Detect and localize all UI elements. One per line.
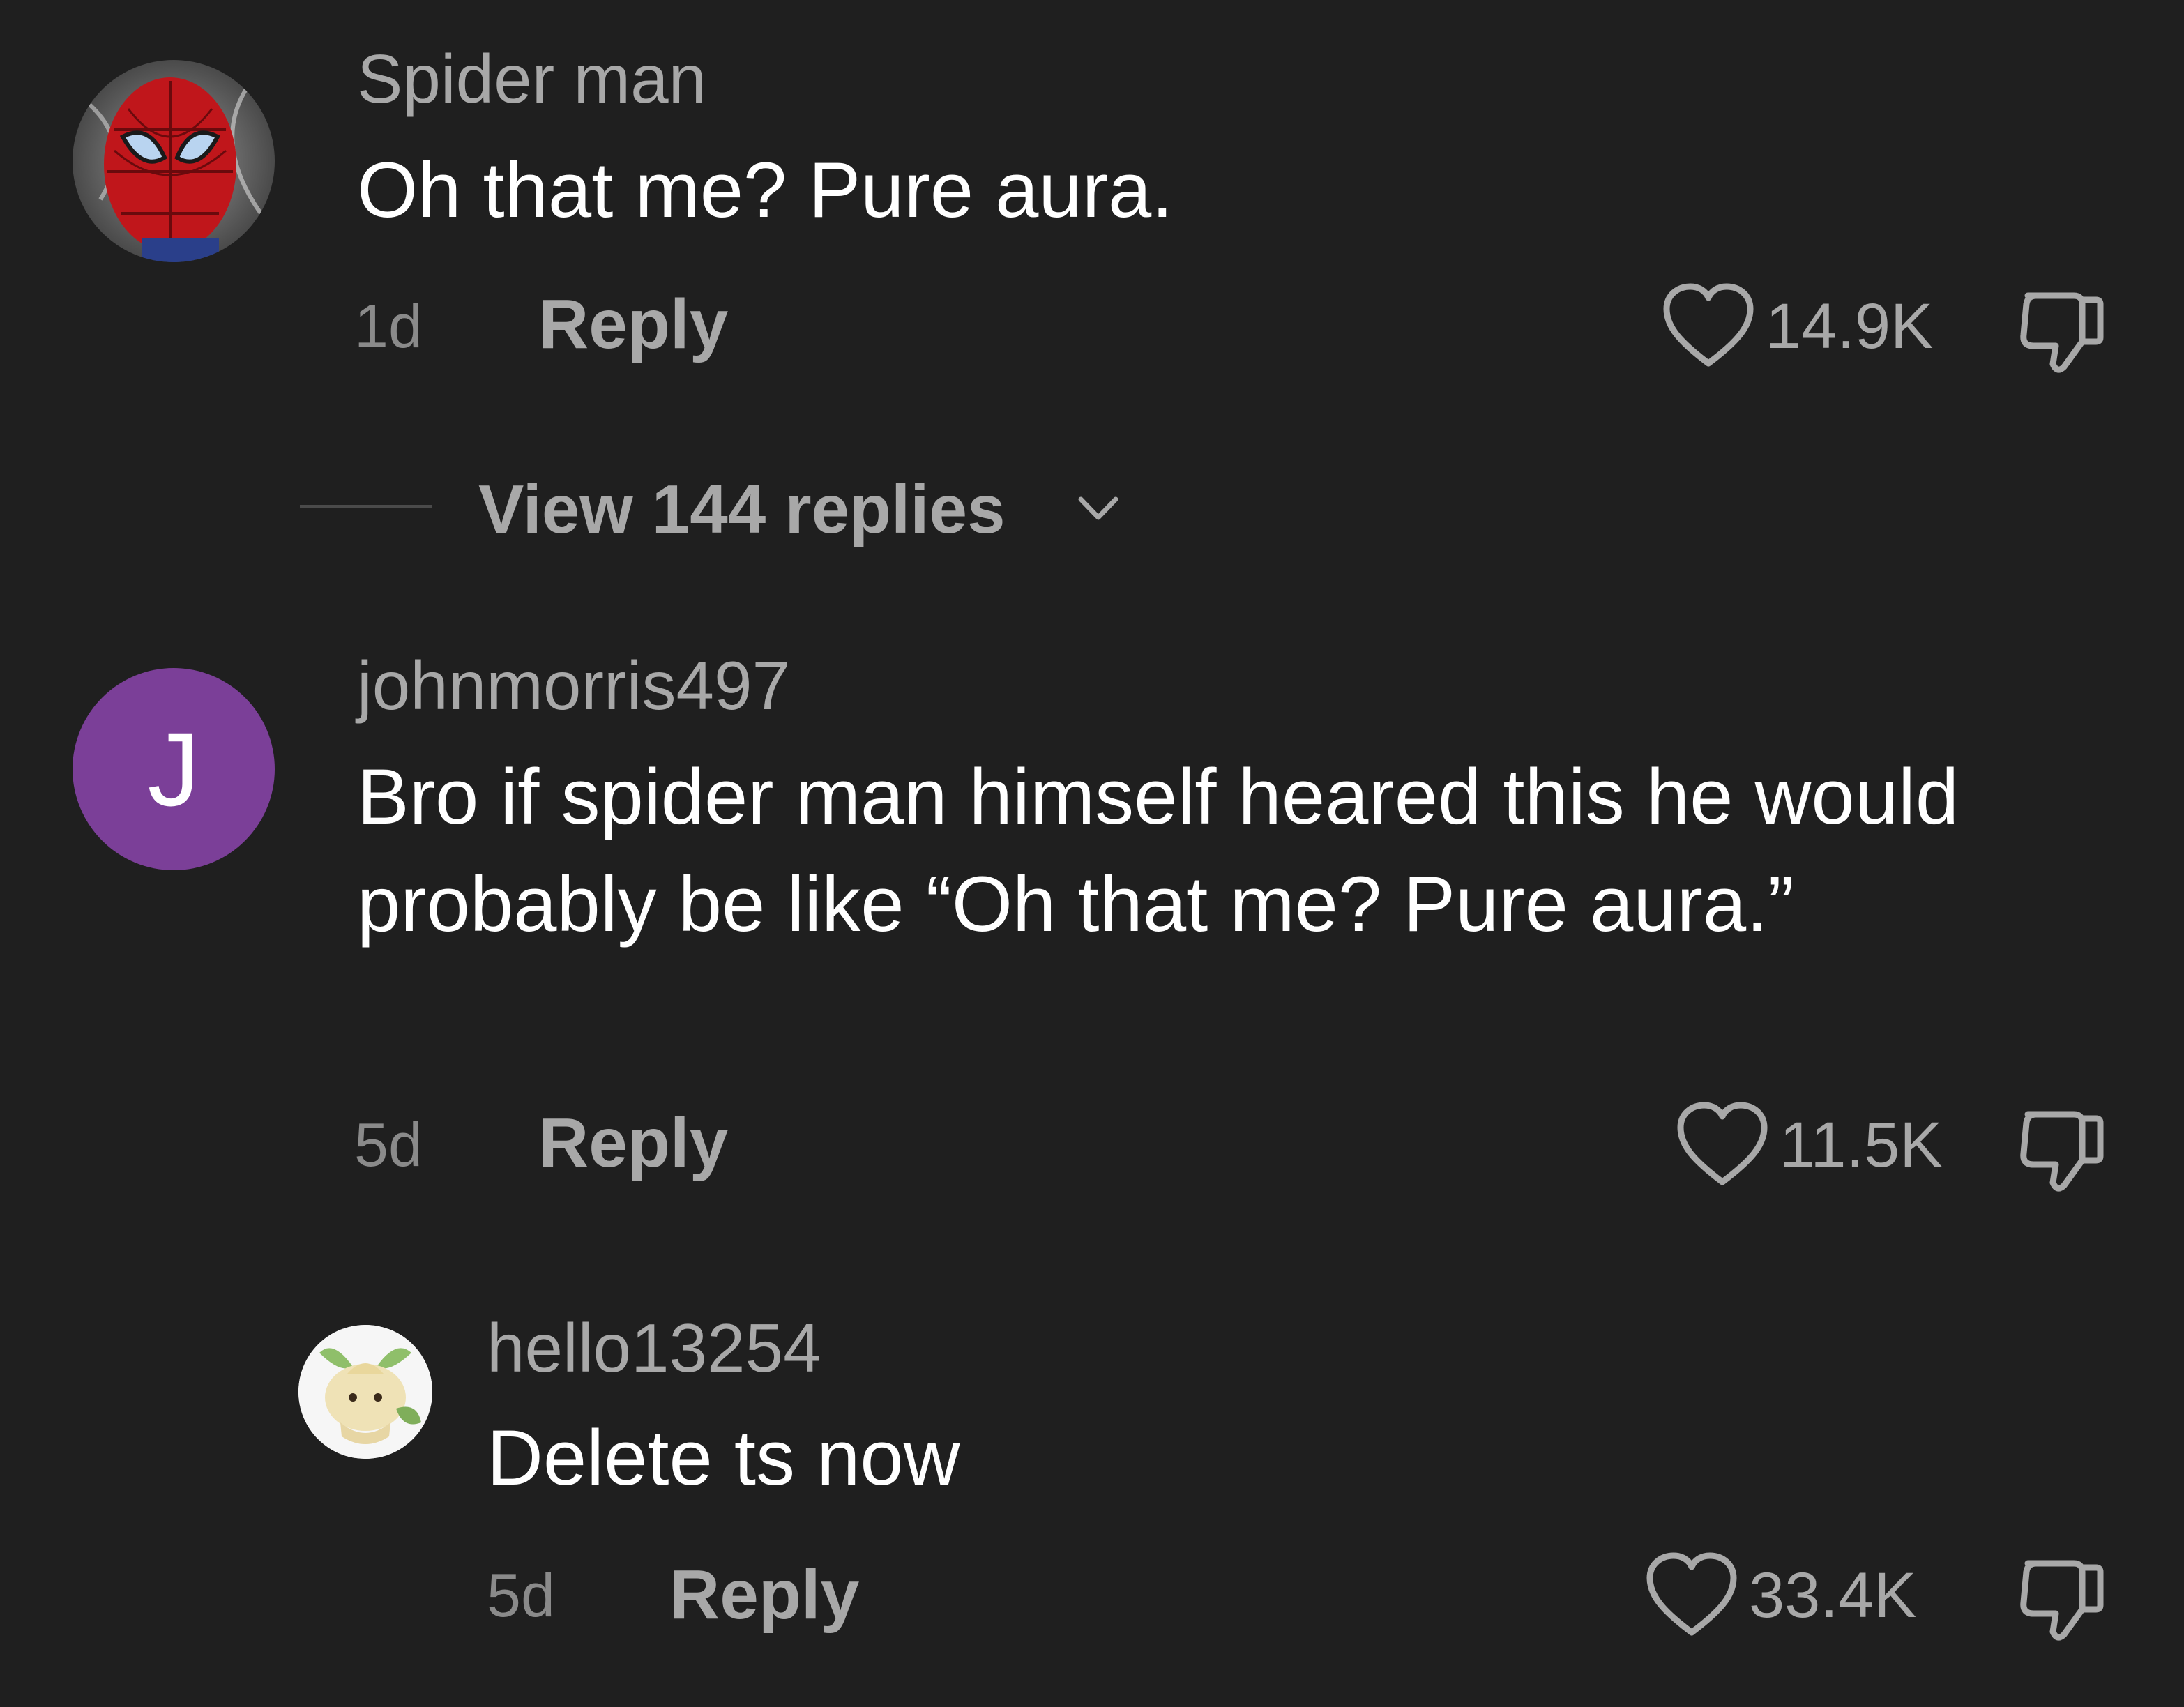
like-count: 33.4K — [1749, 1560, 1917, 1631]
leafeon-avatar-image — [298, 1325, 432, 1459]
avatar[interactable]: J — [73, 668, 275, 870]
heart-icon — [1663, 283, 1754, 367]
view-replies-divider — [300, 505, 432, 508]
dislike-icon[interactable] — [2012, 1549, 2110, 1647]
reply-button[interactable]: Reply — [669, 1556, 859, 1633]
avatar-letter: J — [147, 711, 200, 828]
comment-username[interactable]: Spider man — [357, 40, 706, 117]
avatar[interactable] — [73, 60, 275, 262]
comment-text: Oh that me? Pure aura. — [357, 146, 1174, 234]
avatar[interactable] — [298, 1325, 432, 1459]
heart-icon — [1646, 1552, 1737, 1636]
dislike-icon[interactable] — [2012, 282, 2110, 379]
view-replies-button[interactable]: View 144 replies — [478, 467, 1005, 551]
like-button[interactable]: 33.4K — [1643, 1552, 1917, 1637]
comment-timestamp: 1d — [354, 291, 423, 361]
like-count: 14.9K — [1766, 291, 1934, 362]
like-button[interactable]: 11.5K — [1674, 1102, 1943, 1187]
comment-text: Bro if spider man himself heared this he… — [357, 753, 1959, 948]
reply-button[interactable]: Reply — [538, 1105, 728, 1181]
comment-username[interactable]: johnmorris497 — [357, 647, 790, 724]
dislike-icon[interactable] — [2012, 1100, 2110, 1198]
heart-icon — [1677, 1102, 1768, 1185]
comment-username[interactable]: hello13254 — [487, 1310, 821, 1386]
spider-man-avatar-image — [73, 60, 275, 262]
chevron-down-icon[interactable] — [1074, 488, 1123, 530]
like-count: 11.5K — [1780, 1109, 1943, 1181]
comment-text: Delete ts now — [487, 1414, 960, 1501]
comment-timestamp: 5d — [354, 1110, 423, 1179]
reply-button[interactable]: Reply — [538, 286, 728, 363]
comment-timestamp: 5d — [487, 1561, 555, 1630]
like-button[interactable]: 14.9K — [1660, 283, 1934, 368]
